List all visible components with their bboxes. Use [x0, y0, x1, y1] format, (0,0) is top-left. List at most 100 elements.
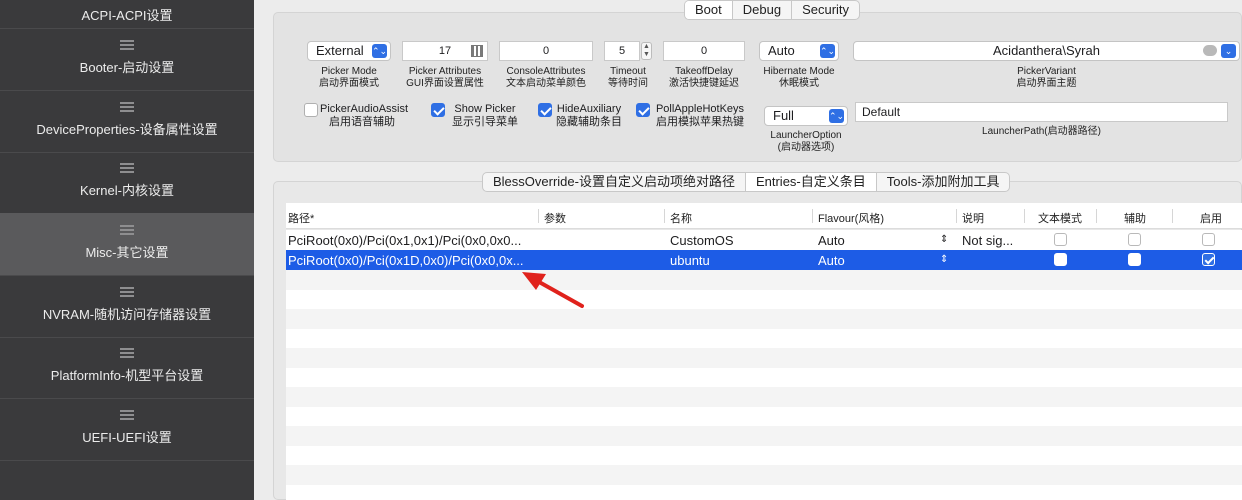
table-row-empty [286, 484, 1242, 500]
col-path[interactable]: 路径* [288, 210, 314, 226]
picker-attributes-field[interactable]: 17 [402, 41, 488, 61]
chevron-updown-icon[interactable]: ⇕ [940, 234, 948, 245]
poll-apple-hotkeys-label: PollAppleHotKeys 启用模拟苹果热键 [655, 103, 745, 128]
table-row-empty [286, 406, 1242, 426]
cell-path: PciRoot(0x0)/Pci(0x1,0x1)/Pci(0x0,0x0... [288, 233, 522, 248]
table-row-empty [286, 328, 1242, 348]
sidebar-item-nvram[interactable]: NVRAM-随机访问存储器设置 [0, 287, 254, 337]
picker-mode-value: External [316, 43, 364, 58]
table-row-empty [286, 426, 1242, 446]
sidebar-item-acpi[interactable]: ACPI-ACPI设置 [0, 5, 254, 29]
takeoff-delay-field[interactable]: 0 [663, 41, 745, 61]
cell-path: PciRoot(0x0)/Pci(0x1D,0x0)/Pci(0x0,0x... [288, 253, 524, 268]
table-row-selected[interactable]: PciRoot(0x0)/Pci(0x1D,0x0)/Pci(0x0,0x...… [286, 250, 1242, 270]
auxiliary-checkbox[interactable] [1128, 233, 1141, 246]
list-icon [120, 348, 134, 360]
sidebar-item-label: ACPI-ACPI设置 [81, 8, 173, 23]
table-row-empty [286, 445, 1242, 465]
sidebar-item-uefi[interactable]: UEFI-UEFI设置 [0, 410, 254, 460]
table-row[interactable]: PciRoot(0x0)/Pci(0x1,0x1)/Pci(0x0,0x0...… [286, 230, 1242, 250]
launcher-path-caption: LauncherPath(启动器路径) [982, 126, 1101, 137]
chevron-updown-icon: ⌃⌄ [829, 109, 845, 123]
sidebar-item-label: Misc-其它设置 [85, 245, 169, 260]
console-attributes-caption: ConsoleAttributes 文本启动菜单颜色 [506, 66, 586, 89]
list-icon [120, 163, 134, 175]
text-mode-checkbox[interactable] [1054, 233, 1067, 246]
cell-name: CustomOS [670, 233, 734, 248]
color-grid-icon[interactable] [471, 45, 483, 57]
annotation-arrow [522, 272, 584, 308]
timeout-stepper[interactable]: ▲ ▼ [641, 42, 652, 60]
text-mode-checkbox[interactable] [1054, 253, 1067, 266]
tab-debug[interactable]: Debug [733, 1, 793, 19]
chevron-down-icon: ⌄ [1221, 44, 1236, 58]
hide-auxiliary-checkbox[interactable] [538, 103, 552, 117]
chevron-updown-icon: ⌃⌄ [372, 44, 388, 58]
timeout-field[interactable]: 5 [604, 41, 640, 61]
list-icon [120, 287, 134, 299]
tab-tools[interactable]: Tools-添加附加工具 [877, 173, 1010, 191]
timeout-caption: Timeout 等待时间 [608, 66, 648, 89]
sidebar-item-label: Kernel-内核设置 [80, 183, 174, 198]
picker-mode-select[interactable]: External ⌃⌄ [307, 41, 391, 61]
sidebar-item-label: DeviceProperties-设备属性设置 [36, 122, 218, 137]
table-row-empty [286, 387, 1242, 407]
sidebar-item-misc[interactable]: Misc-其它设置 [0, 213, 254, 275]
sidebar-item-label: NVRAM-随机访问存储器设置 [42, 307, 212, 322]
launcher-path-field[interactable]: Default [855, 102, 1228, 122]
table-row-empty [286, 270, 1242, 290]
picker-mode-caption: Picker Mode 启动界面模式 [319, 66, 379, 89]
col-flavour[interactable]: Flavour(风格) [818, 210, 884, 226]
sidebar-item-label: Booter-启动设置 [79, 60, 175, 75]
table-row-empty [286, 309, 1242, 329]
console-attributes-field[interactable]: 0 [499, 41, 593, 61]
sidebar: ACPI-ACPI设置 Booter-启动设置 DeviceProperties… [0, 0, 254, 500]
sidebar-item-booter[interactable]: Booter-启动设置 [0, 40, 254, 90]
hibernate-mode-caption: Hibernate Mode 休眠模式 [763, 66, 835, 89]
enabled-checkbox[interactable] [1202, 233, 1215, 246]
tab-entries[interactable]: Entries-自定义条目 [745, 173, 877, 191]
show-picker-checkbox[interactable] [431, 103, 445, 117]
hide-auxiliary-label: HideAuxiliary 隐藏辅助条目 [556, 103, 622, 128]
enabled-checkbox[interactable] [1202, 253, 1215, 266]
sidebar-item-label: PlatformInfo-机型平台设置 [50, 368, 204, 383]
sub-tab-bar: BlessOverride-设置自定义启动项绝对路径 Entries-自定义条目… [482, 172, 1011, 192]
col-name[interactable]: 名称 [670, 210, 692, 226]
list-icon [120, 102, 134, 114]
entries-table-header: 路径* 参数 名称 Flavour(风格) 说明 文本模式 辅助 启用 [286, 203, 1242, 229]
col-text-mode[interactable]: 文本模式 [1038, 210, 1082, 226]
tab-boot[interactable]: Boot [685, 1, 733, 19]
cell-comment: Not sig... [962, 233, 1014, 248]
auxiliary-checkbox[interactable] [1128, 253, 1141, 266]
hibernate-mode-select[interactable]: Auto ⌃⌄ [759, 41, 839, 61]
launcher-option-caption: LauncherOption (启动器选项) [770, 130, 842, 153]
poll-apple-hotkeys-checkbox[interactable] [636, 103, 650, 117]
takeoff-delay-caption: TakeoffDelay 激活快捷键延迟 [669, 66, 739, 89]
table-row-empty [286, 367, 1242, 387]
picker-variant-caption: PickerVariant 启动界面主题 [1016, 66, 1077, 89]
picker-audio-assist-checkbox[interactable] [304, 103, 318, 117]
sidebar-item-deviceproperties[interactable]: DeviceProperties-设备属性设置 [0, 102, 254, 152]
palette-icon [1203, 45, 1217, 56]
chevron-updown-icon: ⌃⌄ [820, 44, 836, 58]
cell-flavour: Auto [818, 253, 845, 268]
list-icon [120, 225, 134, 237]
picker-variant-select[interactable]: Acidanthera\Syrah ⌄ [853, 41, 1240, 61]
sidebar-item-kernel[interactable]: Kernel-内核设置 [0, 163, 254, 213]
col-comment[interactable]: 说明 [962, 210, 984, 226]
col-args[interactable]: 参数 [544, 210, 566, 226]
table-row-empty [286, 465, 1242, 485]
tab-security[interactable]: Security [792, 1, 859, 19]
sidebar-item-platforminfo[interactable]: PlatformInfo-机型平台设置 [0, 348, 254, 398]
show-picker-label: Show Picker 显示引导菜单 [452, 103, 518, 128]
list-icon [120, 410, 134, 422]
tab-bless-override[interactable]: BlessOverride-设置自定义启动项绝对路径 [483, 173, 746, 191]
table-row-empty [286, 289, 1242, 309]
col-auxiliary[interactable]: 辅助 [1124, 210, 1146, 226]
col-enabled[interactable]: 启用 [1200, 210, 1222, 226]
top-tab-bar: Boot Debug Security [684, 0, 861, 20]
launcher-option-select[interactable]: Full ⌃⌄ [764, 106, 848, 126]
table-row-empty [286, 348, 1242, 368]
chevron-updown-icon[interactable]: ⇕ [940, 254, 948, 265]
list-icon [120, 40, 134, 52]
